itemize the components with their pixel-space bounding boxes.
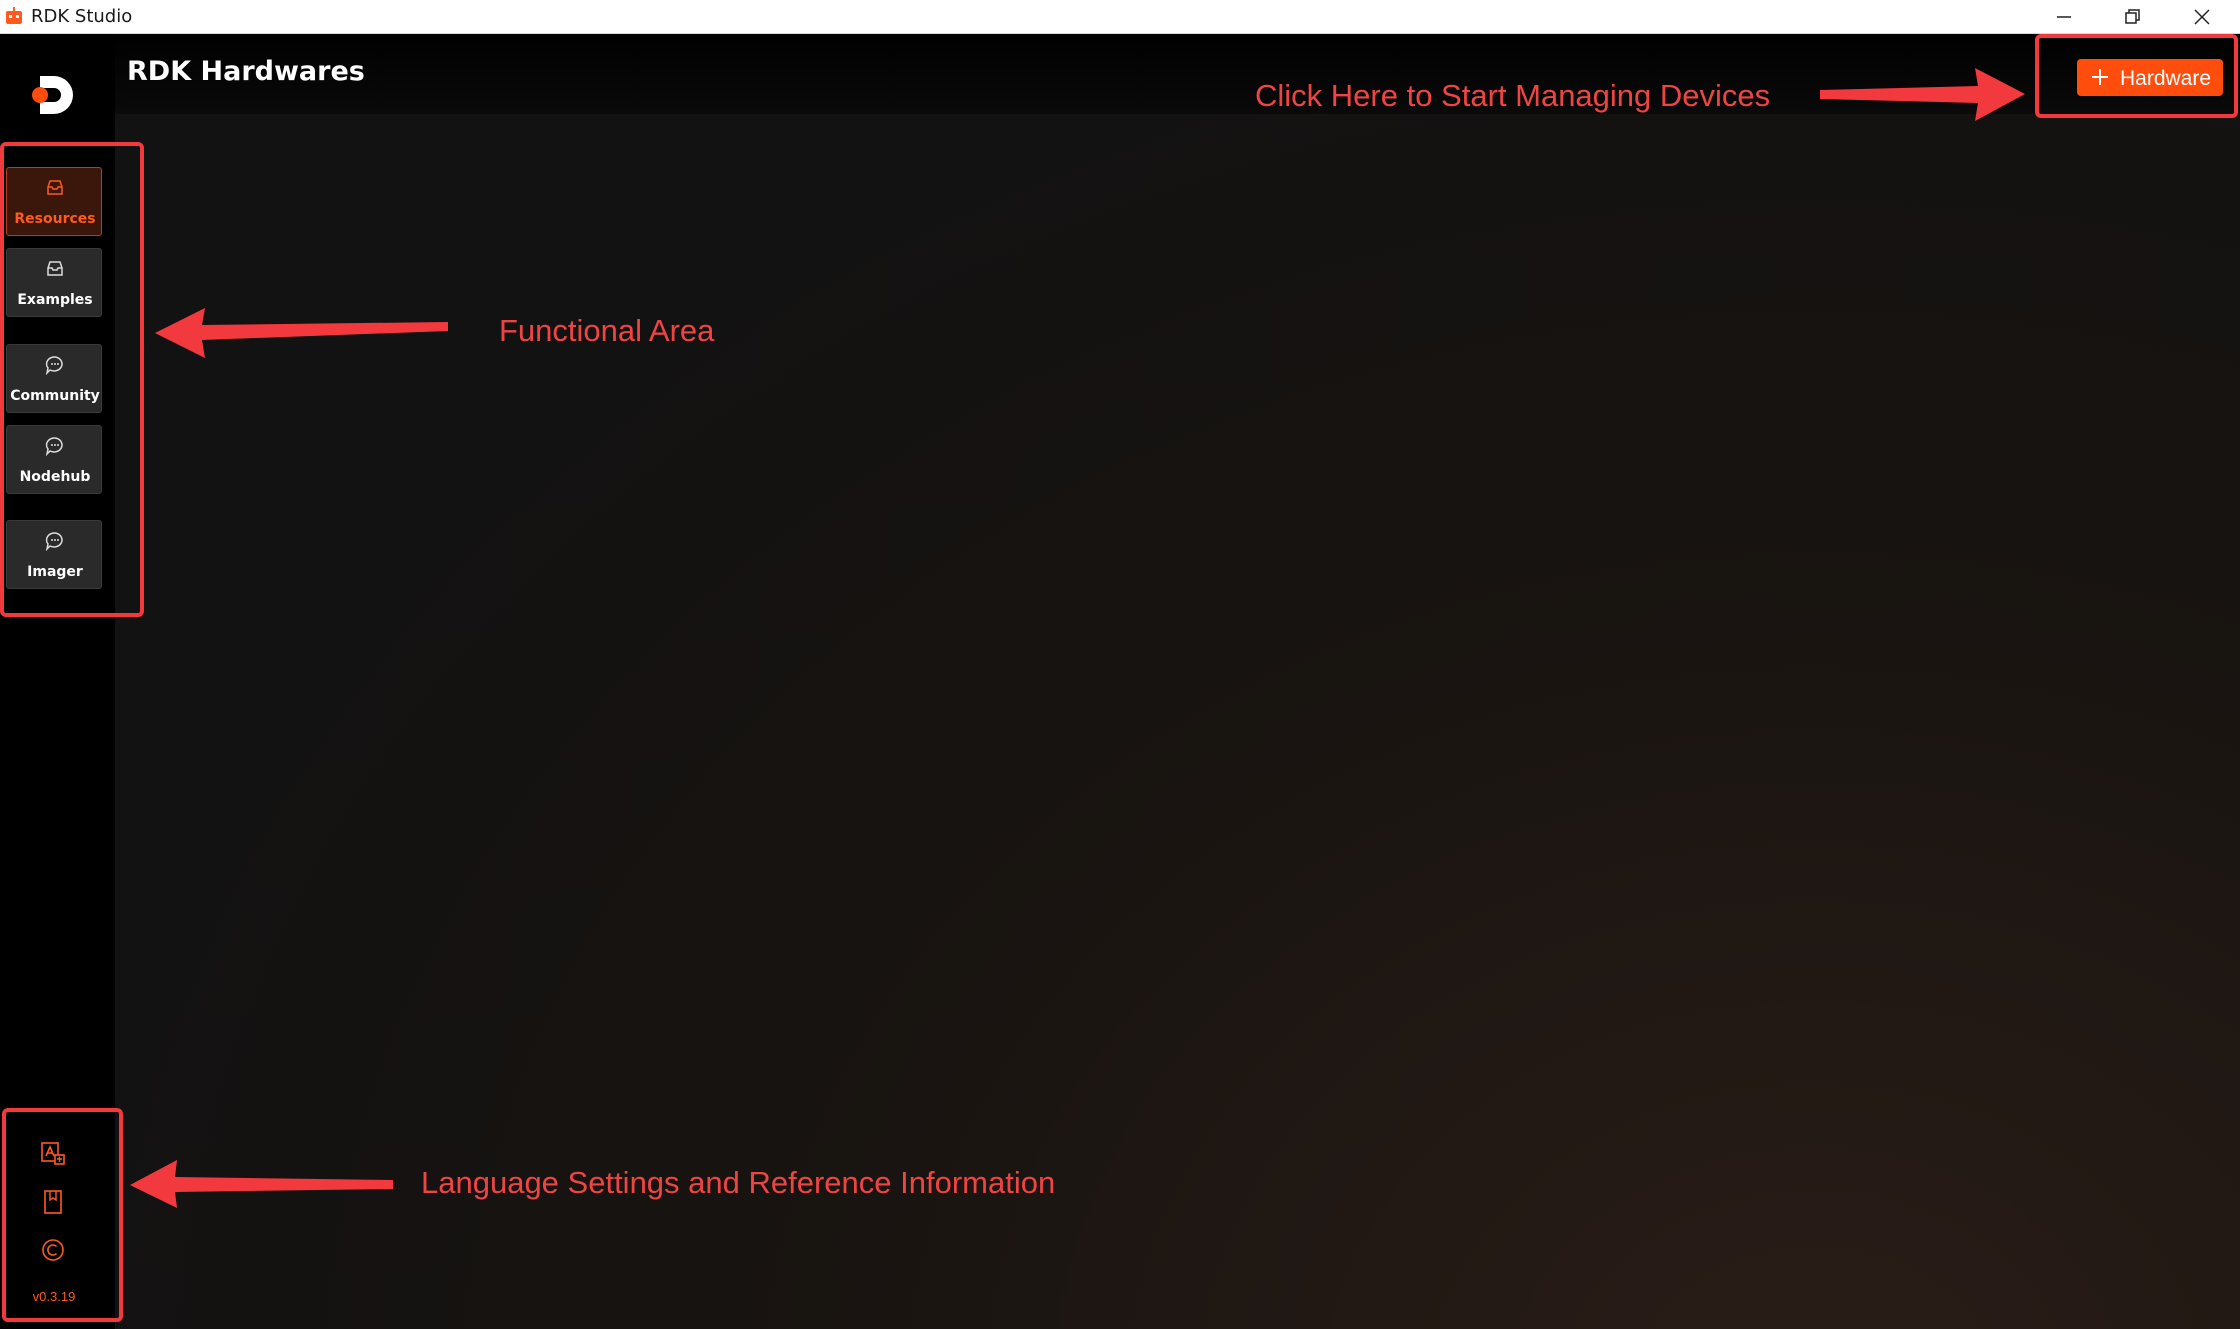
close-icon	[2194, 9, 2210, 25]
functional-area-highlight	[0, 142, 144, 617]
main-content: RDK Hardwares	[115, 34, 2240, 1329]
hardware-button-highlight	[2035, 34, 2238, 118]
restore-icon	[2125, 9, 2140, 24]
functional-area-annotation: Functional Area	[499, 313, 715, 348]
page-title: RDK Hardwares	[127, 56, 365, 87]
window-titlebar: RDK Studio	[0, 0, 2240, 34]
utility-area-arrow	[130, 1160, 393, 1208]
close-button[interactable]	[2168, 0, 2238, 33]
minimize-button[interactable]	[2030, 0, 2100, 33]
robot-app-icon	[6, 7, 22, 24]
restore-button[interactable]	[2098, 0, 2168, 33]
utility-area-highlight	[2, 1108, 123, 1322]
hardware-arrow	[1820, 68, 2025, 121]
minimize-icon	[2057, 16, 2071, 18]
language-settings-annotation: Language Settings and Reference Informat…	[421, 1165, 1056, 1200]
functional-area-arrow	[155, 308, 448, 358]
start-managing-annotation: Click Here to Start Managing Devices	[1255, 78, 1771, 113]
window-title: RDK Studio	[31, 6, 133, 27]
rdk-logo[interactable]	[30, 72, 76, 118]
